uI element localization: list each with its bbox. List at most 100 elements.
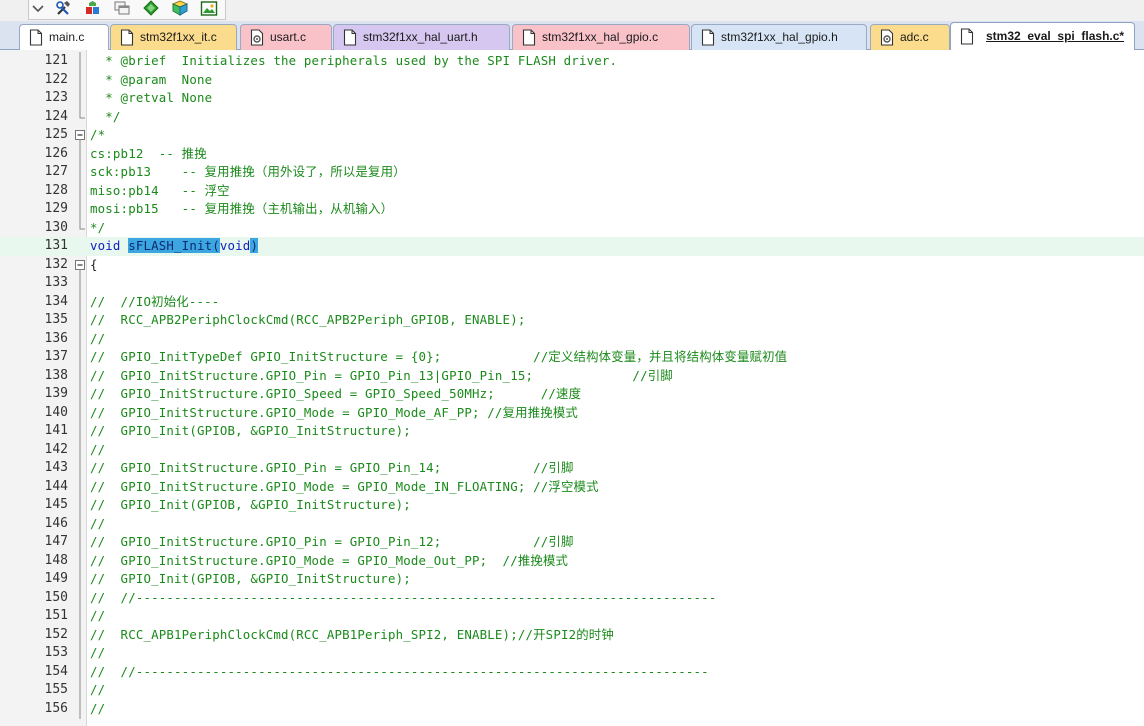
code-line[interactable]: 155 // xyxy=(0,681,1144,700)
code-token: // GPIO_InitStructure.GPIO_Mode = GPIO_M… xyxy=(90,404,578,420)
code-line[interactable]: 141 // GPIO_Init(GPIOB, &GPIO_InitStructu… xyxy=(0,422,1144,441)
code-text: // xyxy=(90,700,105,719)
code-text: * @brief Initializes the peripherals use… xyxy=(90,52,617,71)
code-line[interactable]: 154 // //--------------------------------… xyxy=(0,662,1144,682)
line-number: 127 xyxy=(44,164,68,179)
code-line[interactable]: 122 * @param None xyxy=(0,70,1144,90)
code-line[interactable]: 128 miso:pb14 -- 浮空 xyxy=(0,181,1144,201)
debug-tools-icon[interactable] xyxy=(53,0,75,17)
code-text: // //-----------------------------------… xyxy=(90,589,716,608)
fold-guide xyxy=(73,163,87,182)
fold-guide xyxy=(73,681,87,700)
code-line[interactable]: 132 { xyxy=(0,256,1144,275)
code-line[interactable]: 147 // GPIO_InitStructure.GPIO_Pin = GPIO… xyxy=(0,533,1144,552)
code-token: ( xyxy=(212,238,220,253)
code-token: // xyxy=(90,330,106,346)
code-token: // //-----------------------------------… xyxy=(90,663,709,679)
code-token: // GPIO_InitStructure.GPIO_Mode = GPIO_M… xyxy=(90,552,569,568)
code-line[interactable]: 133 xyxy=(0,274,1144,293)
code-line[interactable]: 144 // GPIO_InitStructure.GPIO_Mode = GPI… xyxy=(0,477,1144,497)
code-line[interactable]: 124 */ xyxy=(0,107,1144,127)
tab-usart-c[interactable]: usart.c xyxy=(240,24,332,50)
code-line[interactable]: 135 // RCC_APB2PeriphClockCmd(RCC_APB2Per… xyxy=(0,311,1144,330)
tab-adc-c[interactable]: adc.c xyxy=(870,24,950,50)
code-line[interactable]: 143 // GPIO_InitStructure.GPIO_Pin = GPIO… xyxy=(0,459,1144,478)
code-line[interactable]: 127 sck:pb13 -- 复用推挽（用外设了，所以是复用） xyxy=(0,163,1144,182)
code-line[interactable]: 150 // //--------------------------------… xyxy=(0,588,1144,608)
fold-guide xyxy=(73,588,87,608)
fold-guide xyxy=(73,292,87,312)
toolbar-button-group xyxy=(28,0,226,20)
fold-guide xyxy=(73,385,87,404)
code-line[interactable]: 153 // xyxy=(0,644,1144,663)
code-line[interactable]: 152 // RCC_APB1PeriphClockCmd(RCC_APB1Per… xyxy=(0,625,1144,645)
code-line[interactable]: 130 */ xyxy=(0,218,1144,238)
code-text: // //-----------------------------------… xyxy=(90,663,709,682)
image-view-icon[interactable] xyxy=(198,0,220,17)
document-icon xyxy=(120,29,134,49)
code-line[interactable]: 137 // GPIO_InitTypeDef GPIO_InitStructur… xyxy=(0,348,1144,367)
pack-installer-icon[interactable] xyxy=(169,0,191,17)
line-number: 147 xyxy=(44,534,68,549)
code-line[interactable]: 131 void sFLASH_Init(void) xyxy=(0,237,1144,256)
fold-guide xyxy=(73,403,87,423)
tab-stm32f1xx-hal-gpio-c[interactable]: stm32f1xx_hal_gpio.c xyxy=(512,24,690,50)
document-icon xyxy=(343,29,357,49)
code-text: cs:pb12 -- 推挽 xyxy=(90,145,207,164)
code-line[interactable]: 145 // GPIO_Init(GPIOB, &GPIO_InitStructu… xyxy=(0,496,1144,515)
code-token: // GPIO_InitStructure.GPIO_Pin = GPIO_Pi… xyxy=(90,367,673,383)
fold-guide xyxy=(73,625,87,645)
keyword-token: void xyxy=(219,238,251,253)
code-text: * @param None xyxy=(90,71,212,90)
code-line[interactable]: 134 // //IO初始化---- xyxy=(0,292,1144,312)
code-text: // xyxy=(90,330,105,349)
dropdown-arrow-icon[interactable] xyxy=(31,0,45,17)
line-number: 125 xyxy=(44,127,68,142)
code-line[interactable]: 125 /* xyxy=(0,126,1144,145)
code-line[interactable]: 140 // GPIO_InitStructure.GPIO_Mode = GPI… xyxy=(0,403,1144,423)
window-layout-icon[interactable] xyxy=(111,0,133,17)
code-line[interactable]: 136 // xyxy=(0,329,1144,349)
code-editor[interactable]: 121 * @brief Initializes the peripherals… xyxy=(0,50,1144,726)
tab-stm32-eval-spi-flash-c[interactable]: stm32_eval_spi_flash.c* xyxy=(950,22,1135,50)
code-token: * @brief Initializes the peripherals use… xyxy=(90,53,618,68)
tab-stm32f1xx-hal-gpio-h[interactable]: stm32f1xx_hal_gpio.h xyxy=(691,24,867,50)
config-file-icon xyxy=(250,29,264,49)
line-number: 151 xyxy=(44,608,68,623)
code-line[interactable]: 139 // GPIO_InitStructure.GPIO_Speed = GP… xyxy=(0,385,1144,404)
line-number: 133 xyxy=(44,275,68,290)
fold-guide xyxy=(73,459,87,478)
toolbar xyxy=(0,0,1144,21)
code-token: // //-----------------------------------… xyxy=(90,589,717,605)
code-text: // xyxy=(90,681,105,700)
line-number: 145 xyxy=(44,497,68,512)
line-number: 136 xyxy=(44,330,68,346)
code-line[interactable]: 129 mosi:pb15 -- 复用推挽（主机输出，从机输入） xyxy=(0,200,1144,219)
manage-project-icon[interactable] xyxy=(82,0,104,17)
code-token: // RCC_APB2PeriphClockCmd(RCC_APB2Periph… xyxy=(90,312,526,327)
green-diamond-icon[interactable] xyxy=(140,0,162,17)
code-line[interactable]: 138 // GPIO_InitStructure.GPIO_Pin = GPIO… xyxy=(0,366,1144,386)
code-token: /* xyxy=(90,127,106,142)
code-line[interactable]: 126 cs:pb12 -- 推挽 xyxy=(0,144,1144,164)
code-line[interactable]: 123 * @retval None xyxy=(0,89,1144,108)
tab-main-c[interactable]: main.c xyxy=(19,24,109,50)
code-text: // xyxy=(90,441,105,460)
fold-guide xyxy=(73,699,87,719)
fold-toggle-icon[interactable] xyxy=(73,256,87,275)
code-line[interactable]: 149 // GPIO_Init(GPIOB, &GPIO_InitStructu… xyxy=(0,570,1144,589)
tab-stm32f1xx-hal-uart-h[interactable]: stm32f1xx_hal_uart.h xyxy=(333,24,510,50)
code-line[interactable]: 151 // xyxy=(0,607,1144,626)
line-number: 146 xyxy=(44,515,68,531)
fold-guide xyxy=(73,218,87,238)
code-line[interactable]: 121 * @brief Initializes the peripherals… xyxy=(0,52,1144,71)
fold-guide xyxy=(73,366,87,386)
code-token: */ xyxy=(90,108,121,124)
tab-stm32f1xx-it-c[interactable]: stm32f1xx_it.c xyxy=(110,24,237,50)
code-line[interactable]: 146 // xyxy=(0,514,1144,534)
fold-toggle-icon[interactable] xyxy=(73,126,87,145)
code-line[interactable]: 148 // GPIO_InitStructure.GPIO_Mode = GPI… xyxy=(0,551,1144,571)
code-line[interactable]: 142 // xyxy=(0,440,1144,460)
code-text: // GPIO_InitStructure.GPIO_Pin = GPIO_Pi… xyxy=(90,367,673,386)
code-line[interactable]: 156 // xyxy=(0,699,1144,719)
